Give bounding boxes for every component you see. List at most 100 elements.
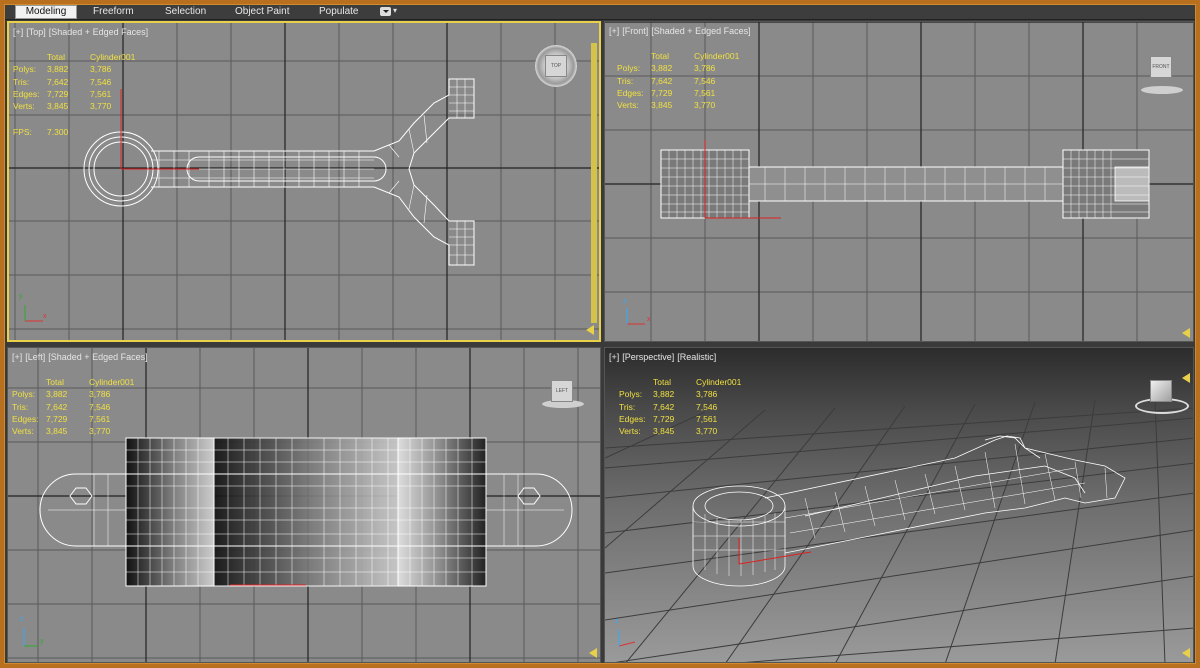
stats-polys-label: Polys: — [619, 389, 643, 400]
axis-label-y: y — [40, 638, 44, 645]
viewport-corner-marker-front — [1182, 328, 1190, 338]
viewport-perspective[interactable]: [+] [Perspective] [Realistic] Total Cylinde… — [604, 347, 1194, 663]
viewcube-ring[interactable] — [1141, 86, 1183, 94]
stats-verts-object: 3,770 — [89, 426, 111, 437]
stats-polys-label: Polys: — [12, 389, 36, 400]
viewport-view-name[interactable]: [Left] — [25, 352, 45, 362]
stats-edges-total: 7,729 — [47, 88, 69, 99]
stats-edges-label: Edges: — [619, 413, 646, 424]
stats-verts-object: 3,770 — [696, 426, 718, 437]
stats-total-header: Total — [651, 51, 669, 61]
stats-polys-total: 3,882 — [653, 389, 675, 400]
viewport-shading-mode[interactable]: [Shaded + Edged Faces] — [48, 352, 147, 362]
stats-tris-total: 7,642 — [651, 75, 673, 86]
rod-left-wireframe — [39, 437, 573, 587]
stats-verts-label: Verts: — [617, 100, 639, 111]
stats-total-header: Total — [653, 377, 671, 387]
viewcube-front[interactable]: FRONT — [1150, 56, 1172, 78]
stats-polys-total: 3,882 — [651, 63, 673, 74]
app-window: Modeling Freeform Selection Object Paint… — [4, 4, 1196, 664]
chevron-down-icon[interactable]: ▾ — [393, 6, 397, 15]
rod-grid-lines — [151, 79, 474, 265]
viewport-label-perspective[interactable]: [+] [Perspective] [Realistic] — [609, 352, 719, 362]
stats-tris-object: 7,546 — [90, 76, 112, 87]
viewport-label-left[interactable]: [+] [Left] [Shaded + Edged Faces] — [12, 352, 151, 362]
tab-populate[interactable]: Populate — [313, 5, 364, 19]
stats-tris-object: 7,546 — [89, 401, 111, 412]
stats-tris-total: 7,642 — [47, 76, 69, 87]
stats-verts-label: Verts: — [13, 101, 35, 112]
stats-edges-total: 7,729 — [651, 87, 673, 98]
axis-label-x: x — [43, 313, 47, 320]
viewport-menu-plus[interactable]: [+] — [13, 27, 23, 37]
viewcube-top[interactable]: TOP — [545, 55, 567, 77]
axis-label-z: z — [615, 618, 619, 625]
viewport-front[interactable]: [+] [Front] [Shaded + Edged Faces] Total Cy… — [604, 21, 1194, 342]
viewport-shading-mode[interactable]: [Shaded + Edged Faces] — [49, 27, 148, 37]
stats-edges-total: 7,729 — [653, 413, 675, 424]
stats-edges-label: Edges: — [13, 88, 40, 99]
stats-polys-object: 3,786 — [696, 389, 718, 400]
stats-polys-object: 3,786 — [90, 64, 112, 75]
stats-polys-object: 3,786 — [694, 63, 716, 74]
stats-tris-object: 7,546 — [694, 75, 716, 86]
stats-total-header: Total — [46, 377, 64, 387]
ribbon-options-icon[interactable] — [380, 7, 391, 16]
stats-polys-label: Polys: — [617, 63, 641, 74]
tab-selection[interactable]: Selection — [159, 5, 212, 19]
viewport-view-name[interactable]: [Top] — [26, 27, 46, 37]
stats-verts-total: 3,845 — [651, 100, 673, 111]
viewport-menu-plus[interactable]: [+] — [609, 26, 619, 36]
tab-modeling[interactable]: Modeling — [15, 5, 77, 19]
stats-overlay-top: Total Cylinder001 Polys: 3,882 3,786 Tris: 7… — [13, 51, 143, 112]
tab-freeform[interactable]: Freeform — [87, 5, 140, 19]
stats-tris-label: Tris: — [617, 75, 634, 86]
fps-value: 7.300 — [47, 127, 69, 137]
viewport-label-top[interactable]: [+] [Top] [Shaded + Edged Faces] — [13, 27, 151, 37]
viewport-corner-marker-persp — [1182, 648, 1190, 658]
axis-label-y: y — [19, 293, 23, 300]
viewcube-perspective[interactable] — [1150, 380, 1172, 402]
stats-polys-total: 3,882 — [47, 64, 69, 75]
stats-overlay-front: Total Cylinder001 Polys: 3,882 3,786 Tris: 7… — [617, 50, 747, 111]
stats-edges-label: Edges: — [617, 87, 644, 98]
viewport-label-front[interactable]: [+] [Front] [Shaded + Edged Faces] — [609, 26, 754, 36]
viewcube-left[interactable]: LEFT — [551, 380, 573, 402]
stats-verts-total: 3,845 — [47, 101, 69, 112]
viewport-view-name[interactable]: [Perspective] — [622, 352, 674, 362]
viewport-shading-mode[interactable]: [Realistic] — [677, 352, 716, 362]
viewport-corner-marker-left — [589, 648, 597, 658]
stats-object-header: Cylinder001 — [90, 52, 136, 62]
stats-tris-label: Tris: — [12, 401, 29, 412]
stats-total-header: Total — [47, 52, 65, 62]
stats-tris-object: 7,546 — [696, 401, 718, 412]
fps-label: FPS: — [13, 127, 32, 137]
stats-tris-label: Tris: — [13, 76, 30, 87]
stats-polys-label: Polys: — [13, 64, 37, 75]
stats-verts-label: Verts: — [619, 426, 641, 437]
axis-tripod-front — [626, 308, 645, 325]
stats-verts-total: 3,845 — [46, 426, 68, 437]
viewport-top[interactable]: [+] [Top] [Shaded + Edged Faces] Total Cyli… — [7, 21, 601, 342]
stats-edges-object: 7,561 — [89, 413, 111, 424]
rod-persp-grid-lines — [693, 443, 1108, 576]
stats-verts-label: Verts: — [12, 426, 34, 437]
viewport-left[interactable]: [+] [Left] [Shaded + Edged Faces] Total Cyl… — [7, 347, 601, 663]
stats-overlay-left: Total Cylinder001 Polys: 3,882 3,786 Tris: 7… — [12, 376, 142, 437]
stats-edges-object: 7,561 — [694, 87, 716, 98]
stats-verts-total: 3,845 — [653, 426, 675, 437]
viewport-menu-plus[interactable]: [+] — [12, 352, 22, 362]
stats-verts-object: 3,770 — [90, 101, 112, 112]
stats-edges-object: 7,561 — [90, 88, 112, 99]
axis-tripod-left — [23, 628, 38, 647]
viewport-scrollbar[interactable] — [591, 43, 597, 323]
stats-verts-object: 3,770 — [694, 100, 716, 111]
viewport-view-name[interactable]: [Front] — [622, 26, 648, 36]
stats-tris-total: 7,642 — [46, 401, 68, 412]
stats-object-header: Cylinder001 — [694, 51, 740, 61]
viewport-shading-mode[interactable]: [Shaded + Edged Faces] — [651, 26, 750, 36]
axis-label-z: z — [20, 616, 24, 623]
tab-object-paint[interactable]: Object Paint — [229, 5, 295, 19]
viewport-menu-plus[interactable]: [+] — [609, 352, 619, 362]
axis-label-z: z — [623, 298, 627, 305]
